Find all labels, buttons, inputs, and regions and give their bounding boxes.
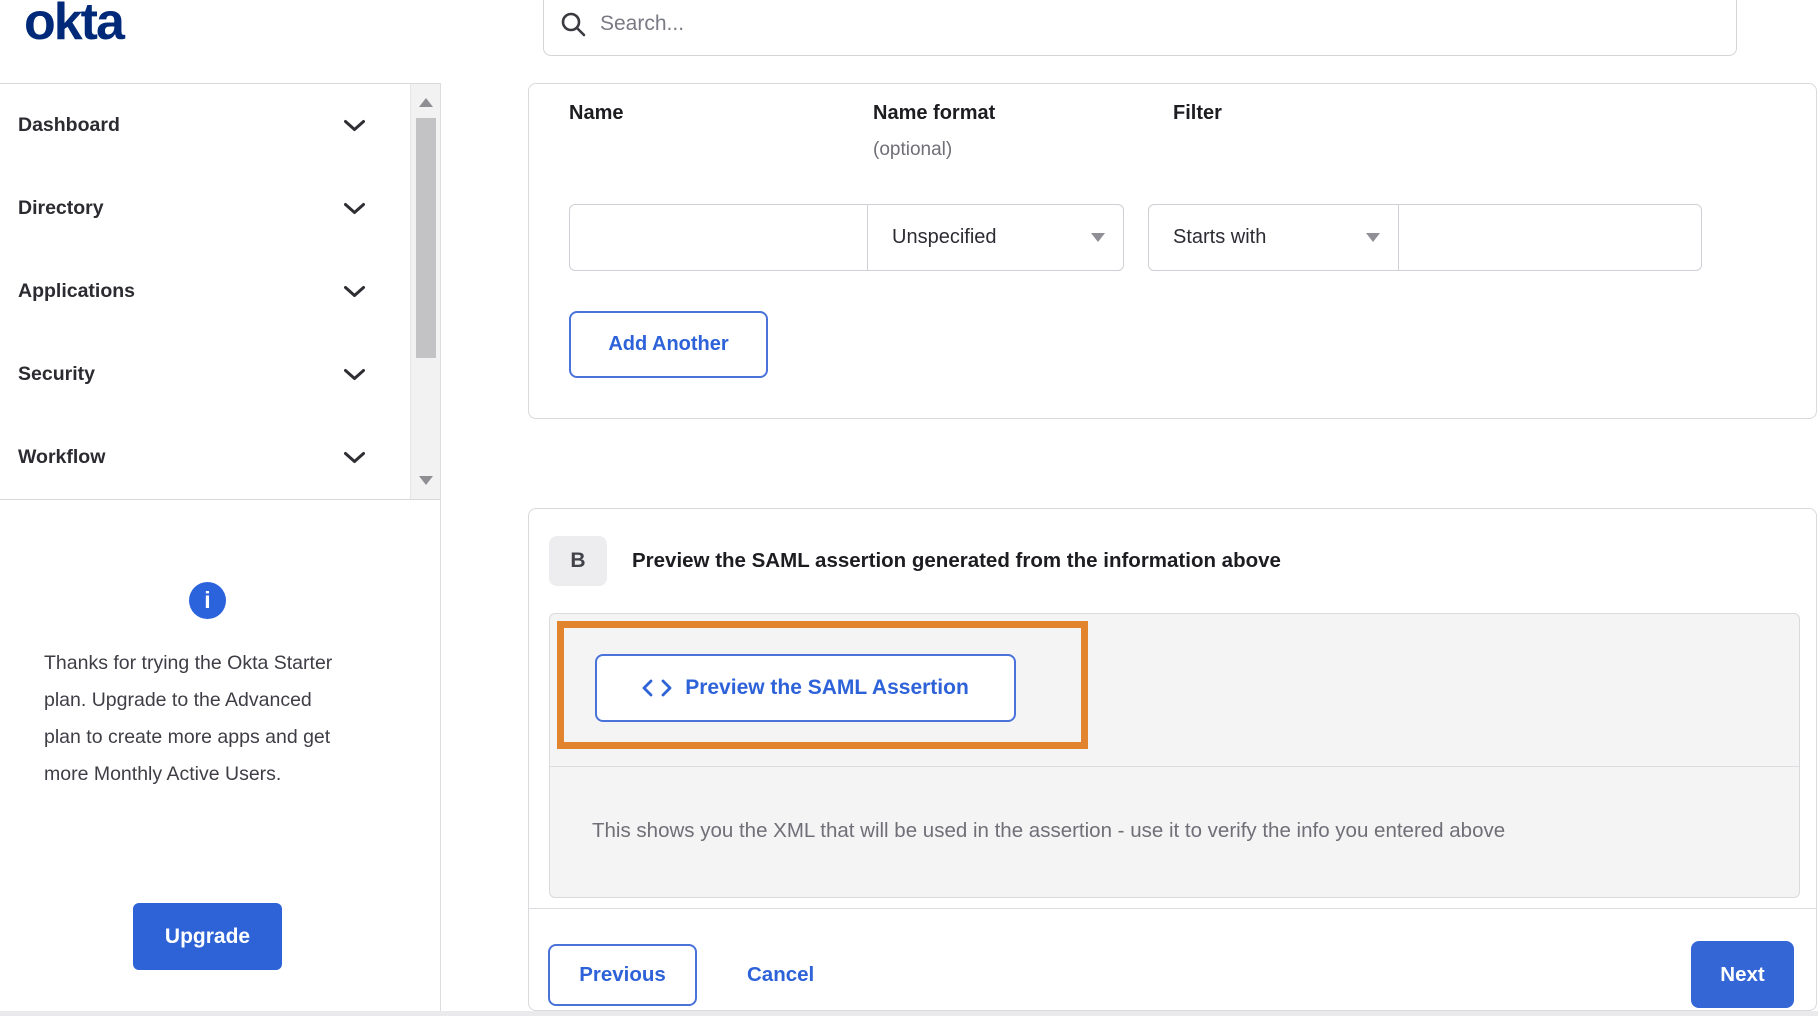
info-icon: i: [189, 582, 226, 619]
chevron-down-icon: [343, 119, 366, 132]
panel-divider: [550, 766, 1799, 767]
search-icon: [560, 11, 586, 37]
sidebar-divider: [440, 83, 441, 1011]
dropdown-arrow-icon: [1366, 233, 1380, 242]
search-input[interactable]: [600, 12, 1650, 36]
scroll-up-icon[interactable]: [419, 98, 433, 107]
preview-button-label: Preview the SAML Assertion: [685, 676, 969, 700]
add-another-button[interactable]: Add Another: [569, 311, 768, 378]
sidebar-item-security[interactable]: Security: [0, 333, 410, 416]
filter-value-input[interactable]: [1398, 204, 1702, 271]
sidebar-item-label: Workflow: [18, 446, 105, 469]
filter-operator-select[interactable]: Starts with: [1148, 204, 1399, 271]
name-format-optional-hint: (optional): [873, 139, 952, 161]
preview-saml-assertion-button[interactable]: Preview the SAML Assertion: [595, 654, 1016, 722]
plan-promo-text: Thanks for trying the Okta Starter plan.…: [44, 645, 346, 793]
sidebar-item-dashboard[interactable]: Dashboard: [0, 84, 410, 167]
name-column-label: Name: [569, 102, 623, 125]
sidebar-item-label: Applications: [18, 280, 135, 303]
next-button[interactable]: Next: [1691, 941, 1794, 1008]
chevron-down-icon: [343, 285, 366, 298]
name-format-column-label: Name format: [873, 102, 995, 125]
filter-operator-selected-value: Starts with: [1173, 226, 1266, 249]
okta-logo: okta: [24, 0, 123, 52]
filter-column-label: Filter: [1173, 102, 1222, 125]
sidebar-item-label: Security: [18, 363, 95, 386]
chevron-down-icon: [343, 368, 366, 381]
sidebar-item-directory[interactable]: Directory: [0, 167, 410, 250]
preview-panel: Preview the SAML Assertion This shows yo…: [549, 613, 1800, 898]
footer-divider: [529, 908, 1816, 909]
sidebar-nav: Dashboard Directory Applications Securit…: [0, 83, 441, 500]
name-format-selected-value: Unspecified: [892, 226, 997, 249]
chevron-down-icon: [343, 202, 366, 215]
scrollbar-thumb[interactable]: [416, 118, 436, 358]
name-format-select[interactable]: Unspecified: [867, 204, 1124, 271]
attribute-statements-card: Name Name format (optional) Filter Unspe…: [528, 83, 1817, 419]
scroll-down-icon[interactable]: [419, 476, 433, 485]
step-b-badge: B: [549, 536, 607, 586]
attribute-name-input[interactable]: [569, 204, 868, 271]
code-icon: [642, 679, 672, 697]
saml-preview-card: B Preview the SAML assertion generated f…: [528, 508, 1817, 1011]
sidebar-item-workflow[interactable]: Workflow: [0, 416, 410, 499]
previous-button[interactable]: Previous: [548, 944, 697, 1006]
section-title: Preview the SAML assertion generated fro…: [632, 549, 1281, 573]
viewport-edge-strip: [0, 1011, 1818, 1016]
sidebar-item-label: Dashboard: [18, 114, 120, 137]
upgrade-button[interactable]: Upgrade: [133, 903, 282, 970]
sidebar-item-applications[interactable]: Applications: [0, 250, 410, 333]
global-search[interactable]: [543, 0, 1737, 56]
chevron-down-icon: [343, 451, 366, 464]
dropdown-arrow-icon: [1091, 233, 1105, 242]
sidebar-item-label: Directory: [18, 197, 104, 220]
preview-description: This shows you the XML that will be used…: [592, 819, 1505, 843]
sidebar-scrollbar[interactable]: [410, 84, 440, 499]
cancel-button[interactable]: Cancel: [747, 944, 814, 1006]
